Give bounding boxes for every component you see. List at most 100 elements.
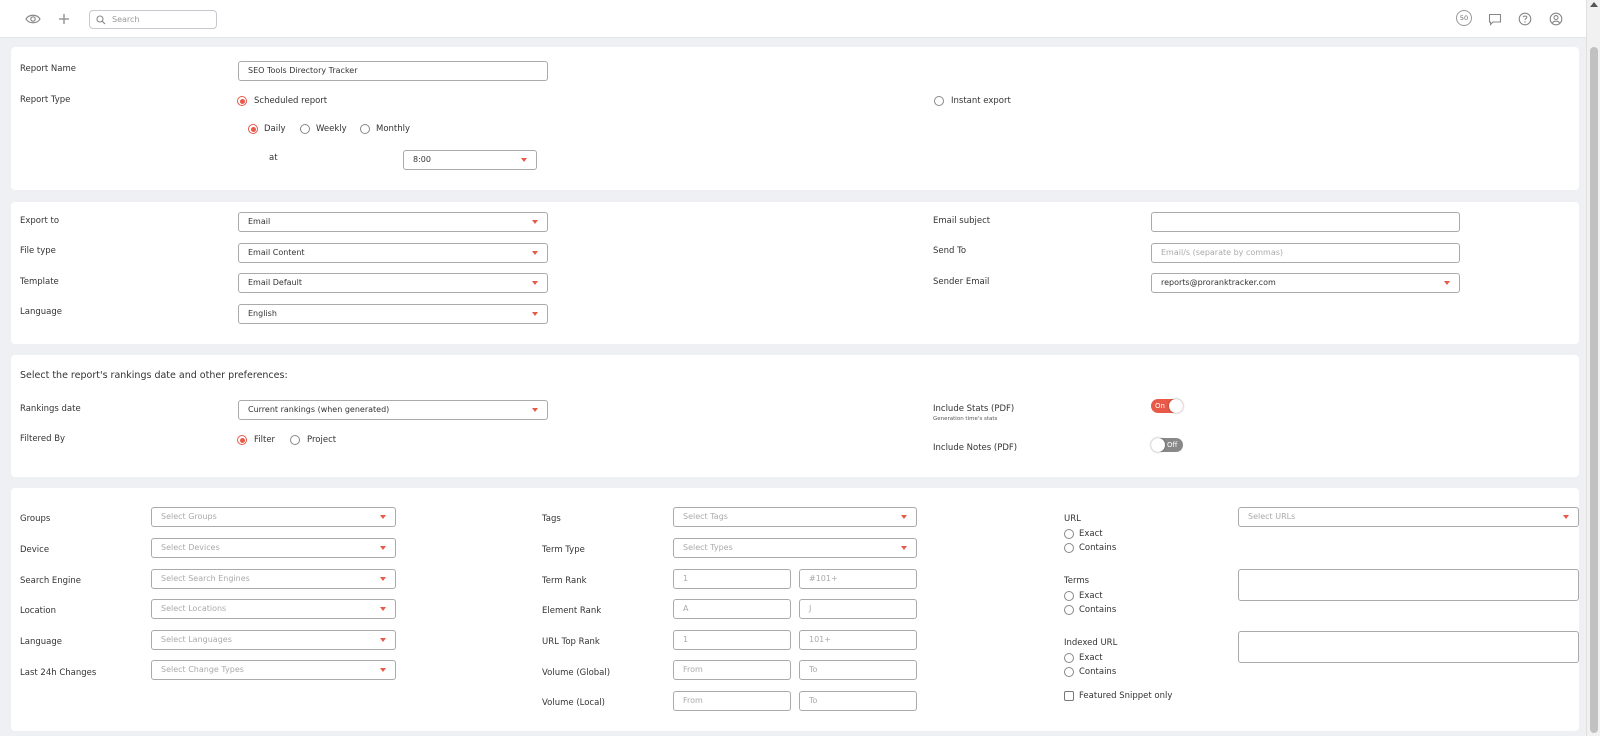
project-radio[interactable] (290, 435, 300, 445)
volume-global-from-input[interactable]: From (673, 660, 791, 680)
indexed-url-exact-radio[interactable] (1064, 653, 1074, 663)
volume-global-label: Volume (Global) (542, 668, 611, 678)
filters-card: Groups Select Groups Device Select Devic… (11, 488, 1579, 731)
terms-exact-radio[interactable] (1064, 591, 1074, 601)
eye-icon[interactable] (24, 10, 42, 28)
sender-email-label: Sender Email (933, 277, 990, 287)
include-notes-toggle-text: Off (1167, 441, 1178, 449)
weekly-radio[interactable] (300, 124, 310, 134)
email-subject-label: Email subject (933, 216, 991, 226)
include-notes-toggle[interactable]: Off (1151, 438, 1183, 452)
time-select[interactable]: 8:00 (403, 150, 537, 170)
report-settings-card: Report Name SEO Tools Directory Tracker … (11, 47, 1579, 190)
template-select[interactable]: Email Default (238, 273, 548, 293)
groups-label: Groups (20, 514, 51, 524)
chat-icon[interactable] (1486, 10, 1504, 28)
tags-select[interactable]: Select Tags (673, 507, 917, 527)
sender-email-select[interactable]: reports@proranktracker.com (1151, 273, 1460, 293)
search-engine-label: Search Engine (20, 576, 82, 586)
scroll-up-arrow-icon[interactable] (1590, 2, 1598, 7)
at-label: at (269, 153, 278, 163)
groups-select[interactable]: Select Groups (151, 507, 396, 527)
scheduled-report-radio[interactable] (237, 96, 247, 106)
instant-export-label: Instant export (951, 96, 1011, 106)
monthly-label: Monthly (376, 124, 411, 134)
url-exact-radio[interactable] (1064, 529, 1074, 539)
featured-snippet-checkbox[interactable] (1064, 691, 1074, 701)
terms-contains-radio[interactable] (1064, 605, 1074, 615)
top-bar: 50 (0, 0, 1586, 38)
last24-label: Last 24h Changes (20, 668, 97, 678)
file-type-select[interactable]: Email Content (238, 243, 548, 263)
monthly-radio[interactable] (360, 124, 370, 134)
location-label: Location (20, 606, 56, 616)
credits-badge[interactable]: 50 (1456, 10, 1472, 26)
include-stats-sublabel: Generation time's stats (933, 416, 998, 422)
export-to-select[interactable]: Email (238, 212, 548, 232)
toggle-knob (1151, 438, 1165, 452)
url-top-rank-from-input[interactable]: 1 (673, 630, 791, 650)
send-to-input[interactable]: Email/s (separate by commas) (1151, 243, 1460, 263)
send-to-label: Send To (933, 246, 967, 256)
project-radio-label: Project (307, 435, 337, 445)
indexed-url-contains-radio[interactable] (1064, 667, 1074, 677)
search-engine-select[interactable]: Select Search Engines (151, 569, 396, 589)
report-type-label: Report Type (20, 95, 71, 105)
instant-export-radio[interactable] (934, 96, 944, 106)
tags-label: Tags (542, 514, 561, 524)
term-type-label: Term Type (542, 545, 585, 555)
file-type-label: File type (20, 246, 56, 256)
element-rank-from-input[interactable]: A (673, 599, 791, 619)
include-stats-label: Include Stats (PDF) (933, 404, 1015, 414)
term-rank-label: Term Rank (542, 576, 587, 586)
featured-snippet-label: Featured Snippet only (1079, 691, 1173, 701)
search-box[interactable] (89, 10, 217, 29)
element-rank-label: Element Rank (542, 606, 602, 616)
daily-label: Daily (264, 124, 286, 134)
terms-textarea[interactable] (1238, 569, 1579, 601)
rankings-date-select[interactable]: Current rankings (when generated) (238, 400, 548, 420)
daily-radio[interactable] (248, 124, 258, 134)
location-select[interactable]: Select Locations (151, 599, 396, 619)
filter-language-select[interactable]: Select Languages (151, 630, 396, 650)
filter-radio-label: Filter (254, 435, 276, 445)
filter-radio[interactable] (237, 435, 247, 445)
indexed-url-exact-label: Exact (1079, 653, 1103, 663)
element-rank-to-input[interactable]: J (799, 599, 917, 619)
indexed-url-textarea[interactable] (1238, 631, 1579, 663)
url-select[interactable]: Select URLs (1238, 507, 1579, 527)
report-name-input[interactable]: SEO Tools Directory Tracker (238, 61, 548, 81)
url-contains-label: Contains (1079, 543, 1117, 553)
device-select[interactable]: Select Devices (151, 538, 396, 558)
language-label: Language (20, 307, 62, 317)
search-input[interactable] (112, 13, 212, 26)
term-type-select[interactable]: Select Types (673, 538, 917, 558)
plus-icon[interactable] (55, 10, 73, 28)
term-rank-from-input[interactable]: 1 (673, 569, 791, 589)
term-rank-to-input[interactable]: #101+ (799, 569, 917, 589)
volume-local-from-input[interactable]: From (673, 691, 791, 711)
terms-exact-label: Exact (1079, 591, 1103, 601)
last24-select[interactable]: Select Change Types (151, 660, 396, 680)
email-subject-input[interactable] (1151, 212, 1460, 232)
help-icon[interactable] (1516, 10, 1534, 28)
include-stats-toggle[interactable]: On (1151, 399, 1183, 413)
url-contains-radio[interactable] (1064, 543, 1074, 553)
volume-global-to-input[interactable]: To (799, 660, 917, 680)
include-notes-label: Include Notes (PDF) (933, 443, 1018, 453)
url-top-rank-to-input[interactable]: 101+ (799, 630, 917, 650)
scrollbar-thumb[interactable] (1590, 47, 1598, 733)
search-icon (96, 15, 106, 25)
url-exact-label: Exact (1079, 529, 1103, 539)
terms-label: Terms (1064, 576, 1090, 586)
template-label: Template (20, 277, 59, 287)
terms-contains-label: Contains (1079, 605, 1117, 615)
user-icon[interactable] (1547, 10, 1565, 28)
indexed-url-label: Indexed URL (1064, 638, 1118, 648)
language-select[interactable]: English (238, 304, 548, 324)
indexed-url-contains-label: Contains (1079, 667, 1117, 677)
page-scrollbar[interactable] (1586, 0, 1600, 736)
preferences-card: Select the report's rankings date and ot… (11, 355, 1579, 477)
filtered-by-label: Filtered By (20, 434, 66, 444)
volume-local-to-input[interactable]: To (799, 691, 917, 711)
